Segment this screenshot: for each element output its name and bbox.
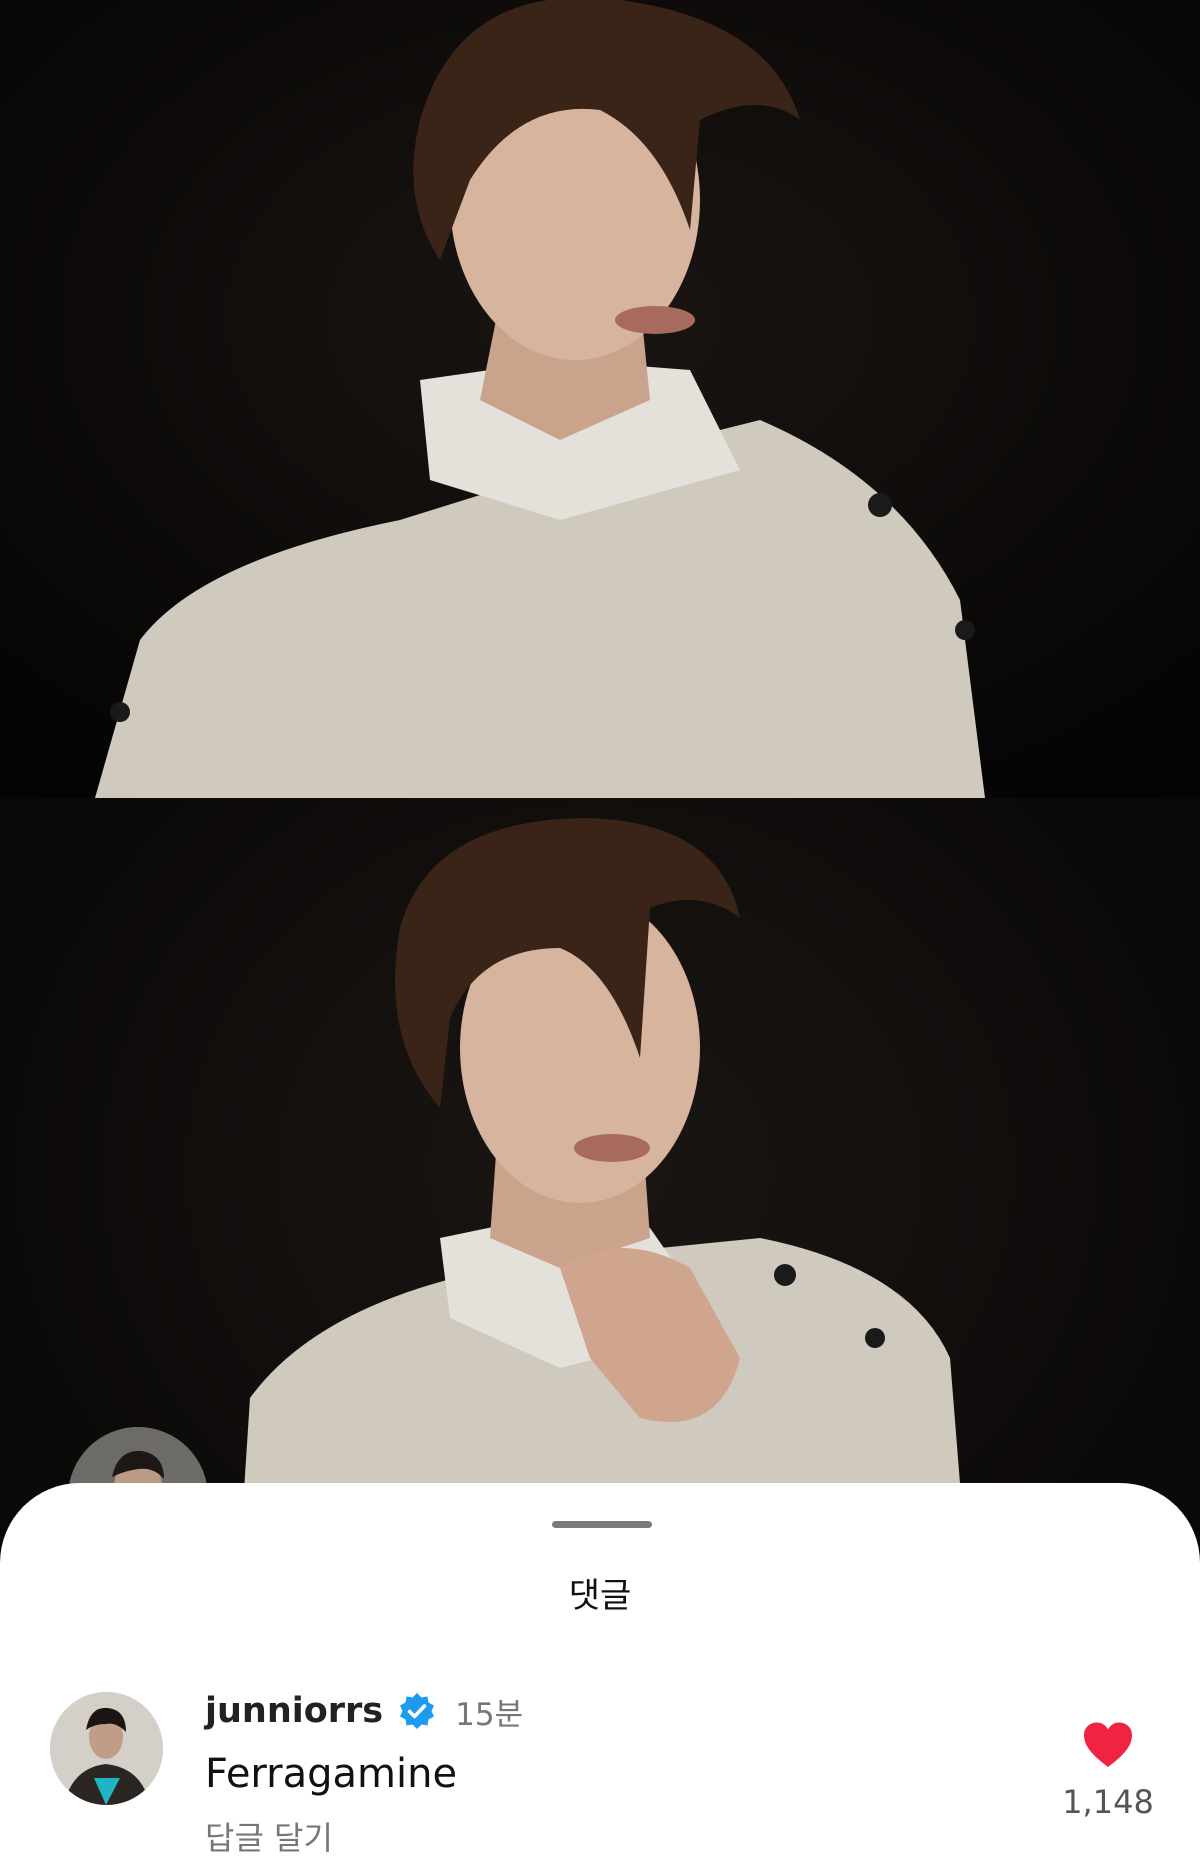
comment-item: junniorrs 15분 Ferragamine 답글 달기 1,148 xyxy=(0,1683,1200,1860)
comment-username[interactable]: junniorrs xyxy=(205,1691,383,1731)
heart-icon[interactable] xyxy=(1082,1721,1134,1769)
post-screen: 댓글 junniorrs 15분 Ferragamine 답글 달기 1,148 xyxy=(0,0,1200,1860)
comment-header: junniorrs 15분 xyxy=(205,1683,523,1739)
comment-text: Ferragamine xyxy=(205,1751,458,1797)
reply-button[interactable]: 답글 달기 xyxy=(205,1813,523,1859)
comment-body: junniorrs 15분 Ferragamine 답글 달기 xyxy=(205,1683,523,1859)
like-count: 1,148 xyxy=(1062,1783,1154,1821)
like-area: 1,148 xyxy=(1058,1721,1158,1821)
post-photo-1[interactable] xyxy=(0,0,1200,798)
sheet-drag-handle[interactable] xyxy=(552,1521,652,1528)
sheet-title: 댓글 xyxy=(568,1576,632,1616)
verified-badge-icon xyxy=(400,1693,435,1729)
comment-author-avatar[interactable] xyxy=(50,1692,163,1805)
comment-timestamp: 15분 xyxy=(455,1696,524,1733)
photo-portrait-1 xyxy=(0,0,1200,798)
avatar-portrait xyxy=(50,1692,163,1805)
comments-sheet: 댓글 junniorrs 15분 Ferragamine 답글 달기 1,148 xyxy=(0,1483,1200,1860)
